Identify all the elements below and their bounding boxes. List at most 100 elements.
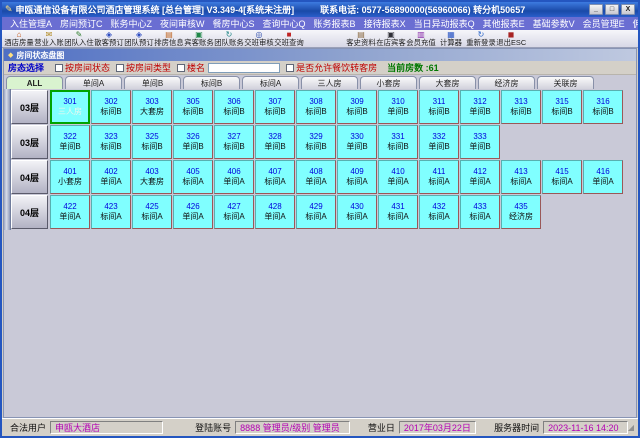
room-cell-313[interactable]: 313标间B	[501, 90, 541, 124]
menu-item[interactable]: 其他报表E	[479, 17, 529, 30]
room-cell-413[interactable]: 413标间A	[501, 160, 541, 194]
menu-item[interactable]: 查询中心Q	[259, 17, 310, 30]
room-cell-309[interactable]: 309标间B	[337, 90, 377, 124]
hotel-rooms-button[interactable]: ⌂酒店房量	[4, 31, 34, 47]
menu-item[interactable]: 接待报表X	[360, 17, 410, 30]
room-cell-302[interactable]: 302标间B	[91, 90, 131, 124]
room-cell-316[interactable]: 316标间B	[583, 90, 623, 124]
room-cell-323[interactable]: 323标间B	[91, 125, 131, 159]
room-cell-332[interactable]: 332单间B	[419, 125, 459, 159]
menu-item[interactable]: 账务报表B	[310, 17, 360, 30]
tab-关联房[interactable]: 关联房	[537, 76, 594, 89]
room-cell-303[interactable]: 303大套房	[132, 90, 172, 124]
tab-标间B[interactable]: 标间B	[183, 76, 240, 89]
room-cell-330[interactable]: 330单间B	[337, 125, 377, 159]
room-cell-412[interactable]: 412单间A	[460, 160, 500, 194]
room-cell-425[interactable]: 425标间A	[132, 195, 172, 229]
room-cell-423[interactable]: 423标间A	[91, 195, 131, 229]
room-cell-301[interactable]: 301三人房	[50, 90, 90, 124]
tab-三人房[interactable]: 三人房	[301, 76, 358, 89]
room-cell-435[interactable]: 435经济房	[501, 195, 541, 229]
minimize-button[interactable]: _	[589, 4, 603, 15]
room-cell-307[interactable]: 307标间B	[255, 90, 295, 124]
calculator-button[interactable]: ▦计算器	[436, 31, 466, 47]
floor-name-input[interactable]	[208, 63, 280, 73]
room-type: 标间B	[428, 108, 449, 116]
tab-标间A[interactable]: 标间A	[242, 76, 299, 89]
group-checkin-button[interactable]: ✎团队入住	[64, 31, 94, 47]
room-cell-311[interactable]: 311标间B	[419, 90, 459, 124]
room-cell-331[interactable]: 331标间B	[378, 125, 418, 159]
menu-item[interactable]: 基础参数V	[529, 17, 579, 30]
room-cell-327[interactable]: 327标间B	[214, 125, 254, 159]
room-cell-403[interactable]: 403大套房	[132, 160, 172, 194]
room-cell-308[interactable]: 308标间B	[296, 90, 336, 124]
shift-audit-button[interactable]: ◎交班审核	[244, 31, 274, 47]
room-cell-429[interactable]: 429标间A	[296, 195, 336, 229]
tab-单间B[interactable]: 单间B	[124, 76, 181, 89]
close-button[interactable]: X	[621, 4, 635, 15]
tab-ALL[interactable]: ALL	[6, 76, 63, 89]
room-cell-416[interactable]: 416单间A	[583, 160, 623, 194]
room-cell-326[interactable]: 326单间B	[173, 125, 213, 159]
menu-item[interactable]: 夜间审核W	[156, 17, 209, 30]
tab-小套房[interactable]: 小套房	[360, 76, 417, 89]
menu-item[interactable]: 佣金管理Y	[629, 17, 638, 30]
room-cell-405[interactable]: 405标间A	[173, 160, 213, 194]
room-cell-401[interactable]: 401小套房	[50, 160, 90, 194]
member-topup-button[interactable]: ▥会员充值	[406, 31, 436, 47]
room-cell-407[interactable]: 407标间A	[255, 160, 295, 194]
tab-大套房[interactable]: 大套房	[419, 76, 476, 89]
maximize-button[interactable]: □	[605, 4, 619, 15]
room-cell-312[interactable]: 312单间B	[460, 90, 500, 124]
room-cell-433[interactable]: 433标间A	[460, 195, 500, 229]
room-cell-410[interactable]: 410单间A	[378, 160, 418, 194]
by-room-type-checkbox[interactable]	[116, 64, 124, 72]
tab-单间A[interactable]: 单间A	[65, 76, 122, 89]
room-cell-427[interactable]: 427标间A	[214, 195, 254, 229]
group-accounts-button[interactable]: ↻团队账务	[214, 31, 244, 47]
room-cell-428[interactable]: 428单间A	[255, 195, 295, 229]
menu-item[interactable]: 入住管理A	[6, 17, 56, 30]
resize-grip[interactable]: ◢	[628, 423, 634, 432]
guest-accounts-button[interactable]: ▣宾客账务	[184, 31, 214, 47]
walkin-booking-button[interactable]: ◈散客预订	[94, 31, 124, 47]
guest-history-button[interactable]: ▤客史资料	[346, 31, 376, 47]
room-cell-430[interactable]: 430标间A	[337, 195, 377, 229]
relogin-button[interactable]: ↻重新登录	[466, 31, 496, 47]
room-cell-411[interactable]: 411标间A	[419, 160, 459, 194]
tab-经济房[interactable]: 经济房	[478, 76, 535, 89]
room-cell-305[interactable]: 305标间B	[173, 90, 213, 124]
room-cell-402[interactable]: 402单间A	[91, 160, 131, 194]
menu-item[interactable]: 当日异动报表Q	[410, 17, 479, 30]
room-assignment-button[interactable]: ▤排房信息	[154, 31, 184, 47]
room-cell-426[interactable]: 426单间A	[173, 195, 213, 229]
room-cell-415[interactable]: 415标间A	[542, 160, 582, 194]
room-cell-408[interactable]: 408单间A	[296, 160, 336, 194]
room-cell-333[interactable]: 333单间B	[460, 125, 500, 159]
room-cell-329[interactable]: 329标间B	[296, 125, 336, 159]
group-booking-button[interactable]: ◈团队预订	[124, 31, 154, 47]
room-cell-310[interactable]: 310单间B	[378, 90, 418, 124]
room-cell-422[interactable]: 422单间A	[50, 195, 90, 229]
room-cell-306[interactable]: 306标间B	[214, 90, 254, 124]
room-cell-432[interactable]: 432标间A	[419, 195, 459, 229]
allow-dining-transfer-checkbox[interactable]	[286, 64, 294, 72]
menu-item[interactable]: 房间预订C	[56, 17, 107, 30]
menu-item[interactable]: 餐房中心S	[209, 17, 259, 30]
business-entry-button[interactable]: ✉营业入账	[34, 31, 64, 47]
room-cell-328[interactable]: 328单间B	[255, 125, 295, 159]
shift-query-button[interactable]: ■交班查询	[274, 31, 304, 47]
by-room-status-checkbox[interactable]	[55, 64, 63, 72]
room-cell-325[interactable]: 325标间B	[132, 125, 172, 159]
floor-name-checkbox[interactable]	[177, 64, 185, 72]
room-cell-431[interactable]: 431标间A	[378, 195, 418, 229]
exit-button[interactable]: ◼退出ESC	[496, 31, 526, 47]
room-cell-315[interactable]: 315标间B	[542, 90, 582, 124]
inhouse-guests-button[interactable]: ▣在店宾客	[376, 31, 406, 47]
room-cell-409[interactable]: 409标间A	[337, 160, 377, 194]
menu-item[interactable]: 会员管理E	[579, 17, 629, 30]
room-cell-406[interactable]: 406单间A	[214, 160, 254, 194]
room-cell-322[interactable]: 322单间B	[50, 125, 90, 159]
menu-item[interactable]: 账务中心Z	[107, 17, 157, 30]
